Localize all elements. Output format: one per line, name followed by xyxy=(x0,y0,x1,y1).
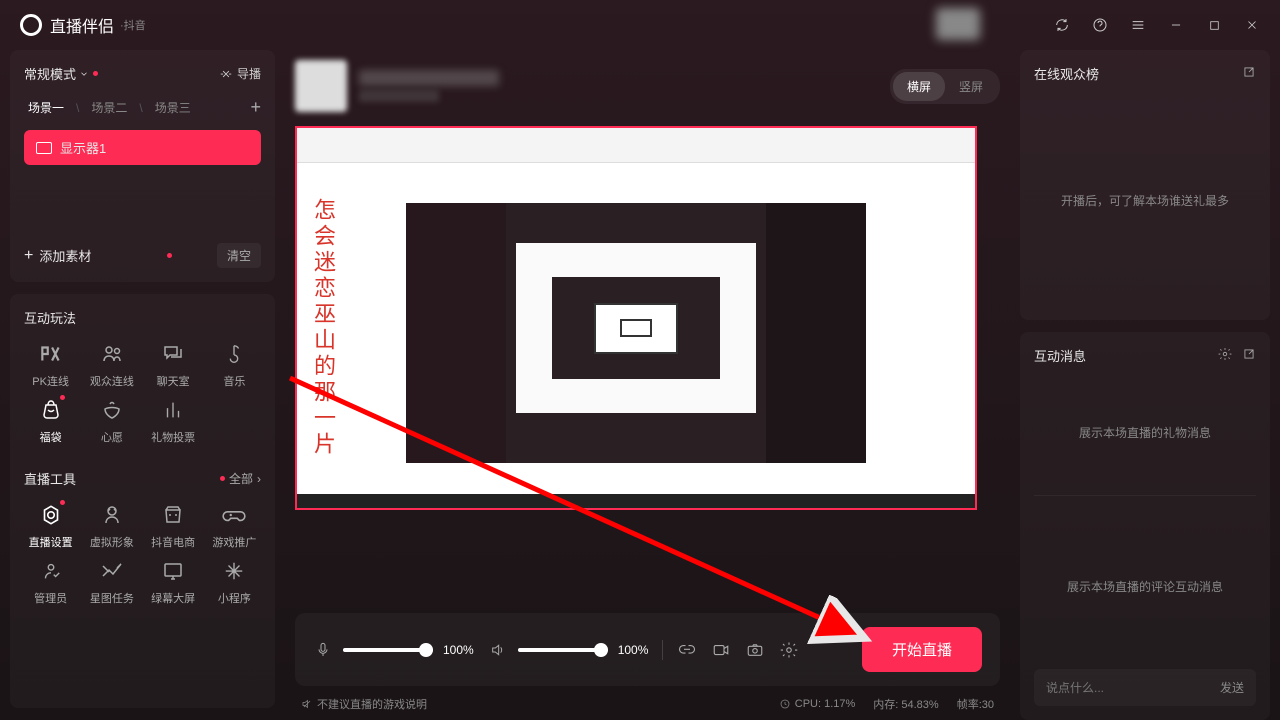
message-settings-icon[interactable] xyxy=(1218,347,1232,364)
tool-gift-vote[interactable]: 礼物投票 xyxy=(147,397,200,445)
bottom-control-bar: 100% 100% 开始直播 xyxy=(295,613,1000,686)
scene-tab-2[interactable]: 场景二 xyxy=(87,97,131,118)
interactive-title: 互动玩法 xyxy=(24,308,261,327)
mem-stat: 内存: 54.83% xyxy=(873,696,938,712)
status-bar: 不建议直播的游戏说明 CPU: 1.17% 内存: 54.83% 帧率:30 xyxy=(295,696,1000,720)
speaker-slider[interactable] xyxy=(518,648,608,652)
mode-selector[interactable]: 常规模式 xyxy=(24,64,98,83)
game-hint-link[interactable]: 不建议直播的游戏说明 xyxy=(301,696,427,712)
link-icon[interactable] xyxy=(677,640,697,660)
tool-chatroom[interactable]: 聊天室 xyxy=(147,341,200,389)
tool-admin[interactable]: 管理员 xyxy=(24,558,77,606)
message-title: 互动消息 xyxy=(1034,346,1086,365)
user-avatar[interactable] xyxy=(936,8,980,40)
add-scene-button[interactable]: + xyxy=(250,97,261,118)
chat-input[interactable] xyxy=(1046,681,1220,695)
audience-panel: 在线观众榜 开播后，可了解本场谁送礼最多 xyxy=(1020,50,1270,320)
chat-input-row: 发送 xyxy=(1034,669,1256,706)
monitor-icon xyxy=(36,142,52,154)
tool-game-promo[interactable]: 游戏推广 xyxy=(208,502,261,550)
chat-placeholder: 展示本场直播的评论互动消息 xyxy=(1034,504,1256,669)
scene-tab-1[interactable]: 场景一 xyxy=(24,97,68,118)
message-popout-icon[interactable] xyxy=(1242,347,1256,364)
maximize-icon[interactable] xyxy=(1206,17,1222,33)
tools-panel: 互动玩法 PK连线 观众连线 聊天室 音乐 福袋 心愿 礼物投票 直播工具 全部… xyxy=(10,294,275,708)
minimize-icon[interactable] xyxy=(1168,17,1184,33)
tool-luckybag[interactable]: 福袋 xyxy=(24,397,77,445)
send-button[interactable]: 发送 xyxy=(1220,679,1244,696)
preview-canvas[interactable]: 怎会迷恋巫山的那一片 xyxy=(295,126,977,510)
app-name: 直播伴侣 xyxy=(50,13,114,37)
mic-volume: 100% xyxy=(443,643,474,657)
tool-miniapp[interactable]: 小程序 xyxy=(208,558,261,606)
titlebar: 直播伴侣 ·抖音 xyxy=(0,0,1280,50)
guide-button[interactable]: 导播 xyxy=(219,65,261,82)
tool-wish[interactable]: 心愿 xyxy=(85,397,138,445)
stream-avatar[interactable] xyxy=(295,60,347,112)
camera-icon[interactable] xyxy=(745,640,765,660)
preview-content: 怎会迷恋巫山的那一片 xyxy=(297,128,975,508)
start-stream-button[interactable]: 开始直播 xyxy=(862,627,982,672)
popout-icon[interactable] xyxy=(1242,65,1256,82)
stream-category[interactable] xyxy=(359,90,439,102)
orient-horizontal[interactable]: 横屏 xyxy=(893,72,945,101)
clear-button[interactable]: 清空 xyxy=(217,243,261,268)
tool-audience-link[interactable]: 观众连线 xyxy=(85,341,138,389)
orientation-toggle: 横屏 竖屏 xyxy=(890,69,1000,104)
tool-startask[interactable]: 星图任务 xyxy=(85,558,138,606)
tools-title: 直播工具 xyxy=(24,469,76,488)
app-subname: ·抖音 xyxy=(120,17,146,33)
fps-stat: 帧率:30 xyxy=(957,696,994,712)
all-tools-link[interactable]: 全部 › xyxy=(220,470,261,487)
tool-pk[interactable]: PK连线 xyxy=(24,341,77,389)
mic-slider[interactable] xyxy=(343,648,433,652)
add-material-button[interactable]: +添加素材 xyxy=(24,246,172,265)
tool-greenscreen[interactable]: 绿幕大屏 xyxy=(147,558,200,606)
tool-virtual-avatar[interactable]: 虚拟形象 xyxy=(85,502,138,550)
tool-stream-settings[interactable]: 直播设置 xyxy=(24,502,77,550)
scene-tab-3[interactable]: 场景三 xyxy=(151,97,195,118)
refresh-icon[interactable] xyxy=(1054,17,1070,33)
audience-placeholder: 开播后，可了解本场谁送礼最多 xyxy=(1034,95,1256,306)
scene-panel: 常规模式 导播 场景一 \ 场景二 \ 场景三 + 显示器1 xyxy=(10,50,275,282)
source-monitor1[interactable]: 显示器1 xyxy=(24,130,261,165)
record-icon[interactable] xyxy=(711,640,731,660)
cpu-stat: CPU: 1.17% xyxy=(779,698,856,710)
speaker-icon[interactable] xyxy=(488,640,508,660)
audience-title: 在线观众榜 xyxy=(1034,64,1099,83)
settings-icon[interactable] xyxy=(779,640,799,660)
help-icon[interactable] xyxy=(1092,17,1108,33)
stream-header: 横屏 竖屏 xyxy=(295,50,1000,126)
stream-title[interactable] xyxy=(359,70,499,86)
message-panel: 互动消息 展示本场直播的礼物消息 展示本场直播的评论互动消息 发送 xyxy=(1020,332,1270,720)
gift-placeholder: 展示本场直播的礼物消息 xyxy=(1034,377,1256,487)
tool-music[interactable]: 音乐 xyxy=(208,341,261,389)
tool-ecommerce[interactable]: 抖音电商 xyxy=(147,502,200,550)
menu-icon[interactable] xyxy=(1130,17,1146,33)
speaker-volume: 100% xyxy=(618,643,649,657)
close-icon[interactable] xyxy=(1244,17,1260,33)
orient-vertical[interactable]: 竖屏 xyxy=(945,72,997,101)
app-logo-icon xyxy=(20,14,42,36)
mic-icon[interactable] xyxy=(313,640,333,660)
